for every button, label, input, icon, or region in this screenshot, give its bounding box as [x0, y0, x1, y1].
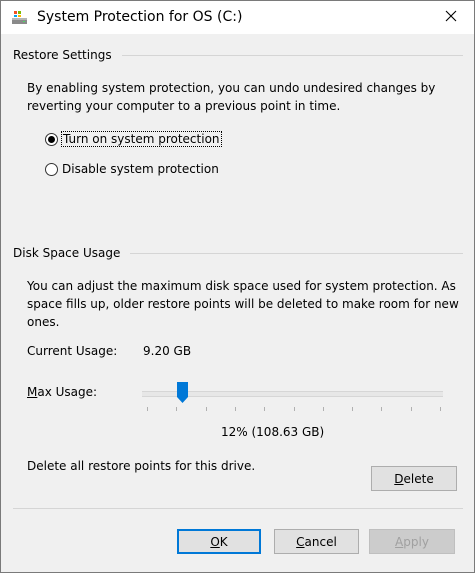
ok-button-label: OK [210, 534, 228, 549]
disk-description-line: You can adjust the maximum disk space us… [27, 279, 456, 293]
radio-button[interactable] [45, 162, 58, 176]
group-divider [130, 252, 463, 254]
cancel-button-label: Cancel [296, 534, 337, 549]
slider-tick [147, 407, 148, 411]
slider-tick [322, 407, 324, 411]
drive-icon [11, 10, 29, 26]
slider-tick [264, 407, 266, 411]
close-button[interactable] [428, 1, 474, 34]
restore-description: By enabling system protection, you can u… [27, 79, 435, 115]
restore-settings-header: Restore Settings [13, 48, 463, 62]
disk-description-line: space fills up, older restore points wil… [27, 297, 459, 311]
slider-tick [352, 407, 354, 411]
delete-button[interactable]: Delete [371, 466, 457, 491]
slider-tick [410, 407, 412, 411]
group-divider [121, 54, 463, 56]
system-protection-dialog: System Protection for OS (C:) Restore Se… [0, 0, 475, 573]
slider-tick [176, 407, 178, 411]
restore-description-line: reverting your computer to a previous po… [27, 99, 341, 113]
radio-label: Disable system protection [62, 162, 219, 176]
cancel-button[interactable]: Cancel [274, 529, 359, 554]
slider-tick [381, 407, 383, 411]
disk-description: You can adjust the maximum disk space us… [27, 277, 459, 331]
disk-space-usage-header: Disk Space Usage [13, 246, 463, 260]
radio-turn-on-protection[interactable]: Turn on system protection [45, 130, 222, 148]
close-icon [445, 10, 457, 25]
slider-tick [440, 407, 441, 411]
restore-settings-title: Restore Settings [13, 48, 112, 62]
slider-tick [205, 407, 207, 411]
apply-button[interactable]: Apply [369, 529, 455, 554]
title-bar: System Protection for OS (C:) [1, 1, 474, 34]
apply-button-label: Apply [395, 534, 429, 549]
dialog-body: Restore Settings By enabling system prot… [1, 34, 474, 572]
bottom-separator [13, 508, 463, 509]
radio-label: Turn on system protection [61, 131, 222, 147]
slider-tick [234, 407, 236, 411]
max-usage-label: Max Usage: [27, 385, 98, 399]
delete-restore-points-text: Delete all restore points for this drive… [27, 459, 256, 473]
restore-description-line: By enabling system protection, you can u… [27, 81, 436, 95]
max-usage-value: 12% (108.63 GB) [221, 425, 325, 439]
delete-button-label: Delete [394, 471, 434, 486]
slider-tick [293, 407, 295, 411]
disk-description-line: ones. [27, 315, 60, 329]
disk-space-usage-title: Disk Space Usage [13, 246, 121, 260]
radio-button-checked[interactable] [45, 132, 58, 146]
current-usage-value: 9.20 GB [143, 344, 192, 358]
current-usage-label: Current Usage: [27, 344, 118, 358]
max-usage-slider-thumb[interactable] [176, 382, 188, 403]
radio-disable-protection[interactable]: Disable system protection [45, 160, 219, 178]
window-title: System Protection for OS (C:) [37, 9, 243, 25]
ok-button[interactable]: OK [177, 529, 261, 554]
